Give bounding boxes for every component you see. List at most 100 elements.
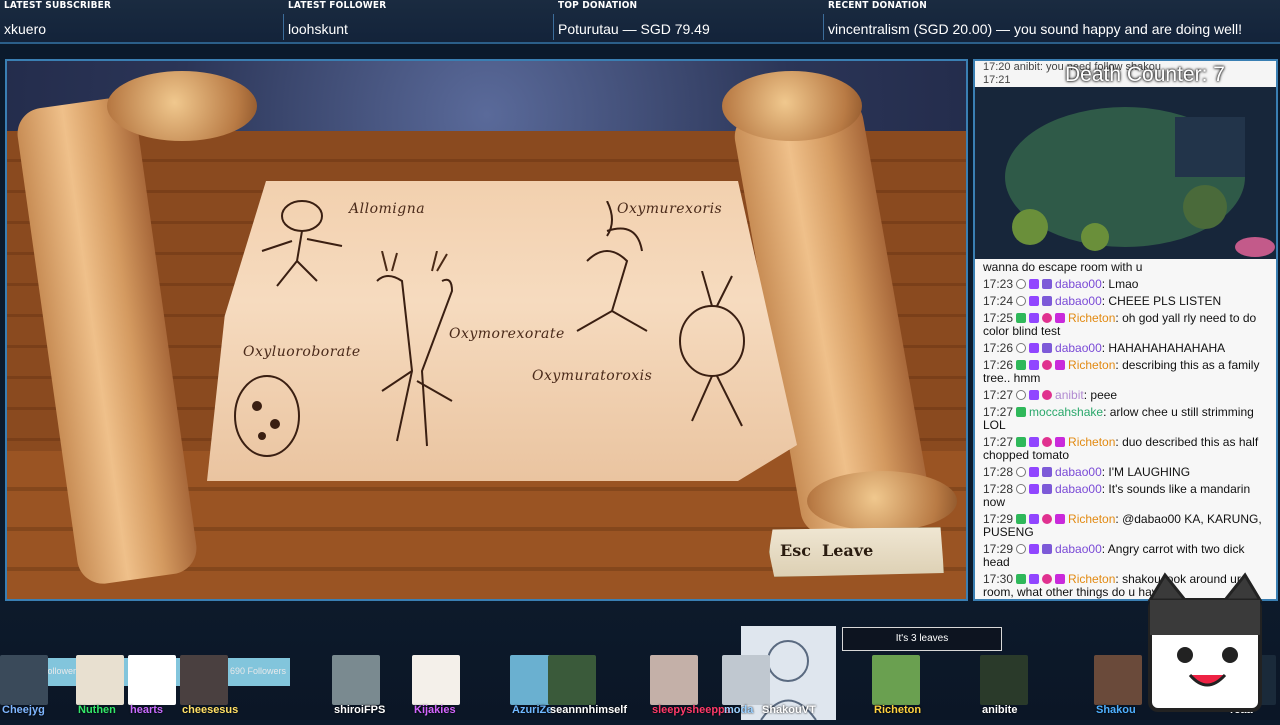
ticker-value: loohskunt <box>288 21 348 37</box>
sub-badge-icon <box>1029 514 1040 524</box>
supporter-name: Shakou <box>1096 704 1136 716</box>
chat-message: 17:29 Richeton: @dabao00 KA, KARUNG, PUSE… <box>983 512 1262 539</box>
chat-username[interactable]: dabao00 <box>1055 542 1102 556</box>
scroll-cap-left <box>107 71 257 141</box>
supporter-thumbnail <box>548 655 596 705</box>
chat-username[interactable]: Richeton <box>1068 435 1115 449</box>
chat-username[interactable]: moccahshake <box>1029 405 1103 419</box>
supporter-name: seannnhimself <box>550 704 628 716</box>
mascot-icon <box>1147 572 1263 712</box>
gift-badge-icon <box>1042 313 1053 323</box>
chat-timestamp: 17:24 <box>983 294 1014 308</box>
latest-follower: LATEST FOLLOWER loohskunt <box>284 0 554 42</box>
chat-timestamp: 17:27 <box>983 405 1014 419</box>
chat-timestamp: 17:27 <box>983 388 1014 402</box>
ticker-value: xkuero <box>4 21 47 37</box>
death-counter: Death Counter: 7 <box>1065 63 1225 86</box>
sub-badge-icon <box>1029 437 1040 447</box>
supporter-name: Kijakies <box>414 704 456 716</box>
chat-timestamp: 17:25 <box>983 311 1014 325</box>
supporter-thumbnail <box>0 655 48 705</box>
art-badge-icon <box>1042 484 1053 494</box>
supporter-thumbnail <box>1094 655 1142 705</box>
sub-badge-icon <box>1029 484 1040 494</box>
supporter-name: hearts <box>130 704 164 716</box>
art-badge-icon <box>1042 544 1053 554</box>
ticker-heading: RECENT DONATION <box>828 0 927 11</box>
chat-text: HAHAHAHAHAHAHA <box>1108 341 1226 355</box>
supporter-thumbnail <box>180 655 228 705</box>
event-ticker: LATEST SUBSCRIBER xkuero LATEST FOLLOWER… <box>0 0 1280 44</box>
sub-badge-icon <box>1029 390 1040 400</box>
user-badge-icon <box>1016 544 1027 554</box>
vip-badge-icon <box>1055 313 1066 323</box>
chat-username[interactable]: dabao00 <box>1055 341 1102 355</box>
chat-text: wanna do escape room with u <box>983 260 1143 274</box>
user-badge-icon <box>1016 343 1027 353</box>
mod-badge-icon <box>1016 574 1027 584</box>
chat-username[interactable]: Richeton <box>1068 311 1115 325</box>
top-donation: TOP DONATION Poturutau — SGD 79.49 <box>554 0 824 42</box>
plant-label: Allomigna <box>349 201 426 217</box>
user-badge-icon <box>1016 279 1027 289</box>
supporter-thumbnail <box>872 655 920 705</box>
chat-message: 17:26 dabao00: HAHAHAHAHAHAHA <box>983 341 1226 355</box>
room-scene <box>975 87 1276 259</box>
supporter-bar: Follower Goal 685 / 690 Followers It's 3… <box>0 603 1280 721</box>
supporter-name: anibite <box>982 704 1018 716</box>
chat-message: 17:26 Richeton: describing this as a fami… <box>983 358 1260 385</box>
tuber-drawing <box>234 375 300 457</box>
chat-username[interactable]: dabao00 <box>1055 277 1102 291</box>
chat-timestamp: 17:30 <box>983 572 1014 586</box>
supporter-thumbnail <box>412 655 460 705</box>
scroll-cap-right-bottom <box>807 471 957 531</box>
leave-label: Leave <box>822 541 874 560</box>
chat-username[interactable]: Richeton <box>1068 572 1115 586</box>
supporter-name: moda <box>724 704 754 716</box>
supporter-name: Richeton <box>874 704 922 716</box>
sub-badge-icon <box>1029 279 1040 289</box>
supporter-name: ShakouVT <box>762 704 816 716</box>
sub-badge-icon <box>1029 574 1040 584</box>
chat-message: wanna do escape room with u <box>975 259 1276 276</box>
chat-message: 17:28 dabao00: It's sounds like a mandari… <box>983 482 1251 509</box>
user-badge-icon <box>1016 296 1027 306</box>
supporter-name: cheesesus <box>182 704 239 716</box>
art-badge-icon <box>1042 467 1053 477</box>
supporter-name: Nuthen <box>78 704 116 716</box>
chat-timestamp: 17:28 <box>983 465 1014 479</box>
supporter-thumbnail <box>722 655 770 705</box>
chat-username[interactable]: dabao00 <box>1055 294 1102 308</box>
vip-badge-icon <box>1055 437 1066 447</box>
vip-badge-icon <box>1055 514 1066 524</box>
chat-username[interactable]: Richeton <box>1068 358 1115 372</box>
gift-badge-icon <box>1042 437 1053 447</box>
mod-badge-icon <box>1016 514 1027 524</box>
sub-badge-icon <box>1029 467 1040 477</box>
chat-text: peee <box>1090 388 1118 402</box>
mod-badge-icon <box>1016 437 1027 447</box>
sub-badge-icon <box>1029 296 1040 306</box>
supporter-name: sleepysheeppa <box>652 704 731 716</box>
sub-badge-icon <box>1029 343 1040 353</box>
supporter-thumbnail <box>332 655 380 705</box>
supporter-name: shiroiFPS <box>334 704 386 716</box>
chat-username[interactable]: dabao00 <box>1055 482 1102 496</box>
supporter-name: AzuriZe <box>512 704 553 716</box>
mandrake-drawing <box>576 201 648 332</box>
chat-message: 17:27 Richeton: duo described this as hal… <box>983 435 1259 462</box>
chat-message: 17:29 dabao00: Angry carrot with two dick… <box>983 542 1245 569</box>
mandrake-drawing <box>261 200 343 287</box>
leave-button[interactable]: Esc Leave <box>769 527 944 577</box>
latest-subscriber: LATEST SUBSCRIBER xkuero <box>0 0 284 42</box>
chat-username[interactable]: dabao00 <box>1055 465 1102 479</box>
chat-timestamp: 17:26 <box>983 358 1014 372</box>
vip-badge-icon <box>1055 360 1066 370</box>
mod-badge-icon <box>1016 360 1027 370</box>
ticker-heading: LATEST SUBSCRIBER <box>4 0 112 11</box>
chat-username[interactable]: anibit <box>1055 388 1084 402</box>
gift-badge-icon <box>1042 514 1053 524</box>
chat-text: I'M LAUGHING <box>1108 465 1191 479</box>
chat-username[interactable]: Richeton <box>1068 512 1115 526</box>
user-badge-icon <box>1016 390 1027 400</box>
